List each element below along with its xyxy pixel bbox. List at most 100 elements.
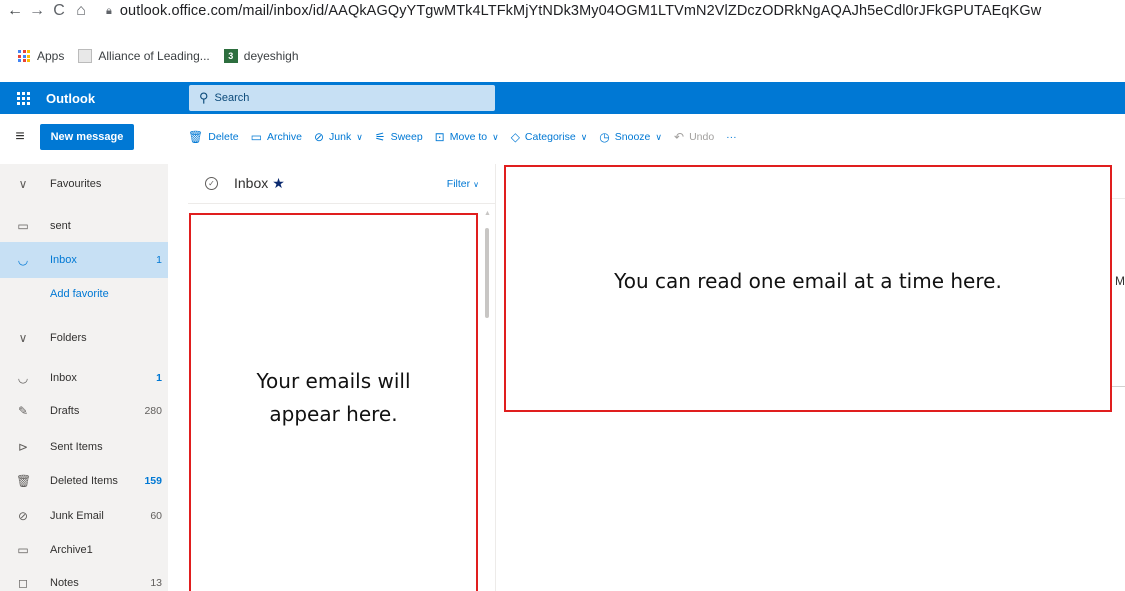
- unread-count: 1: [156, 254, 162, 266]
- fav-item-sent[interactable]: ▭ sent: [0, 208, 168, 244]
- nav-label: Inbox: [50, 372, 77, 384]
- fav-item-inbox[interactable]: ◡ Inbox 1: [0, 242, 168, 278]
- select-all-icon[interactable]: ✓: [205, 177, 218, 190]
- nav-label: Deleted Items: [50, 475, 118, 487]
- lock-icon: 🔒︎: [106, 4, 112, 17]
- unread-count: 159: [144, 475, 162, 487]
- folder-move-icon: ⊡: [434, 130, 445, 144]
- folder-item-junk-email[interactable]: ⊘ Junk Email 60: [0, 498, 168, 534]
- hamburger-menu-icon[interactable]: ≡: [0, 120, 40, 154]
- junk-button[interactable]: ⊘ Junk ∨: [314, 130, 363, 144]
- archive-icon: ▭: [17, 543, 29, 557]
- chevron-down-icon: ∨: [356, 131, 363, 142]
- undo-button[interactable]: ↶ Undo: [674, 130, 714, 144]
- item-count: 280: [144, 405, 162, 417]
- bookmark-label: deyeshigh: [243, 49, 299, 63]
- folder-item-deleted-items[interactable]: 🗑︎ Deleted Items 159: [0, 463, 168, 499]
- nav-label: Inbox: [50, 254, 77, 266]
- pencil-icon: ✎: [17, 404, 29, 418]
- add-favorite-link[interactable]: Add favorite: [0, 276, 168, 312]
- block-icon: ⊘: [313, 130, 325, 144]
- app-name[interactable]: Outlook: [46, 91, 189, 106]
- url-field[interactable]: outlook.office.com/mail/inbox/id/AAQkAGQ…: [120, 3, 1080, 19]
- folder-title: Inbox ★: [234, 175, 285, 192]
- nav-label: sent: [50, 220, 71, 232]
- outlook-header: Outlook ⚲ Search: [0, 82, 1125, 114]
- unread-count: 1: [156, 372, 162, 384]
- scroll-up-icon[interactable]: ▲: [484, 210, 491, 217]
- emails-annotation-text: Your emails will appear here.: [256, 365, 410, 431]
- add-favorite-label: Add favorite: [50, 288, 109, 300]
- emails-annotation-box: Your emails will appear here.: [189, 213, 478, 591]
- bookmark-alliance[interactable]: Alliance of Leading...: [78, 49, 210, 63]
- inbox-icon: ◡: [17, 371, 29, 385]
- categorise-label: Categorise: [524, 131, 576, 143]
- reload-icon[interactable]: C: [48, 0, 70, 22]
- folder-item-inbox[interactable]: ◡ Inbox 1: [0, 360, 168, 396]
- filter-button[interactable]: Filter ∨: [447, 178, 479, 190]
- search-input[interactable]: ⚲ Search: [189, 85, 495, 111]
- nav-label: Notes: [50, 577, 79, 589]
- inbox-icon: ◡: [17, 253, 29, 267]
- new-message-button[interactable]: New message: [40, 124, 134, 150]
- chevron-down-icon: ∨: [18, 331, 28, 345]
- back-arrow-icon[interactable]: ←: [4, 0, 26, 22]
- reading-annotation-text: You can read one email at a time here.: [614, 269, 1002, 293]
- more-icon: ···: [726, 131, 737, 143]
- app-launcher-button[interactable]: [0, 82, 46, 114]
- folder-pane: ∨ Favourites ▭ sent ◡ Inbox 1 Add favori…: [0, 164, 168, 591]
- chevron-down-icon: ∨: [18, 177, 28, 191]
- search-icon: ⚲: [199, 90, 209, 105]
- bookmark-deyeshigh[interactable]: 3 deyeshigh: [223, 49, 299, 63]
- home-icon[interactable]: ⌂: [70, 0, 92, 22]
- forward-arrow-icon[interactable]: →: [26, 0, 48, 22]
- junk-label: Junk: [329, 131, 352, 143]
- sweep-label: Sweep: [390, 131, 423, 143]
- undo-label: Undo: [689, 131, 715, 143]
- broom-icon: ⚟: [374, 130, 386, 144]
- block-icon: ⊘: [17, 509, 29, 523]
- archive-icon: ▭: [250, 130, 262, 144]
- folder-item-sent-items[interactable]: ⊳ Sent Items: [0, 429, 168, 465]
- categorise-button[interactable]: ◇ Categorise ∨: [511, 130, 588, 144]
- favourites-label: Favourites: [50, 178, 102, 190]
- nav-label: Drafts: [50, 405, 80, 417]
- folders-label: Folders: [50, 332, 87, 344]
- message-list-header: ✓ Inbox ★ Filter ∨: [188, 164, 495, 204]
- reading-annotation-box: You can read one email at a time here.: [504, 165, 1112, 412]
- move-to-button[interactable]: ⊡ Move to ∨: [435, 130, 499, 144]
- reading-pane-edge-text: M: [1115, 274, 1125, 288]
- scroll-thumb[interactable]: [485, 228, 489, 318]
- bookmark-apps[interactable]: Apps: [0, 49, 64, 63]
- delete-button[interactable]: 🗑︎ Delete: [188, 130, 239, 144]
- folder-title-text: Inbox: [234, 175, 269, 191]
- trash-icon: 🗑︎: [188, 130, 204, 144]
- annotation-line: Your emails will: [256, 369, 411, 393]
- deyeshigh-favicon-icon: 3: [223, 49, 238, 63]
- search-placeholder: Search: [214, 92, 250, 104]
- nav-label: Sent Items: [50, 441, 103, 453]
- folder-item-archive1[interactable]: ▭ Archive1: [0, 532, 168, 568]
- snooze-label: Snooze: [614, 131, 651, 143]
- send-icon: ⊳: [17, 440, 29, 454]
- favourites-header[interactable]: ∨ Favourites: [0, 166, 168, 202]
- sweep-button[interactable]: ⚟ Sweep: [375, 130, 423, 144]
- star-icon[interactable]: ★: [272, 175, 285, 191]
- message-list-scrollbar[interactable]: ▲: [484, 208, 491, 478]
- waffle-icon: [16, 91, 30, 105]
- archive-button[interactable]: ▭ Archive: [251, 130, 302, 144]
- annotation-line: appear here.: [269, 402, 398, 426]
- chevron-down-icon: ∨: [580, 131, 588, 142]
- chevron-down-icon: ∨: [492, 131, 499, 142]
- bookmarks-bar: Apps Alliance of Leading... 3 deyeshigh: [0, 46, 1125, 66]
- folders-header[interactable]: ∨ Folders: [0, 320, 168, 356]
- trash-icon: 🗑︎: [16, 474, 32, 488]
- more-options-button[interactable]: ···: [726, 131, 737, 143]
- folder-item-drafts[interactable]: ✎ Drafts 280: [0, 393, 168, 429]
- bookmark-label: Apps: [37, 49, 65, 63]
- folder-item-notes[interactable]: ◻ Notes 13: [0, 565, 168, 591]
- snooze-button[interactable]: ◷ Snooze ∨: [599, 130, 662, 144]
- command-bar: ≡ New message 🗑︎ Delete ▭ Archive ⊘ Junk ∨ ⚟…: [0, 120, 1125, 154]
- nav-label: Junk Email: [50, 510, 104, 522]
- chevron-down-icon: ∨: [655, 131, 662, 142]
